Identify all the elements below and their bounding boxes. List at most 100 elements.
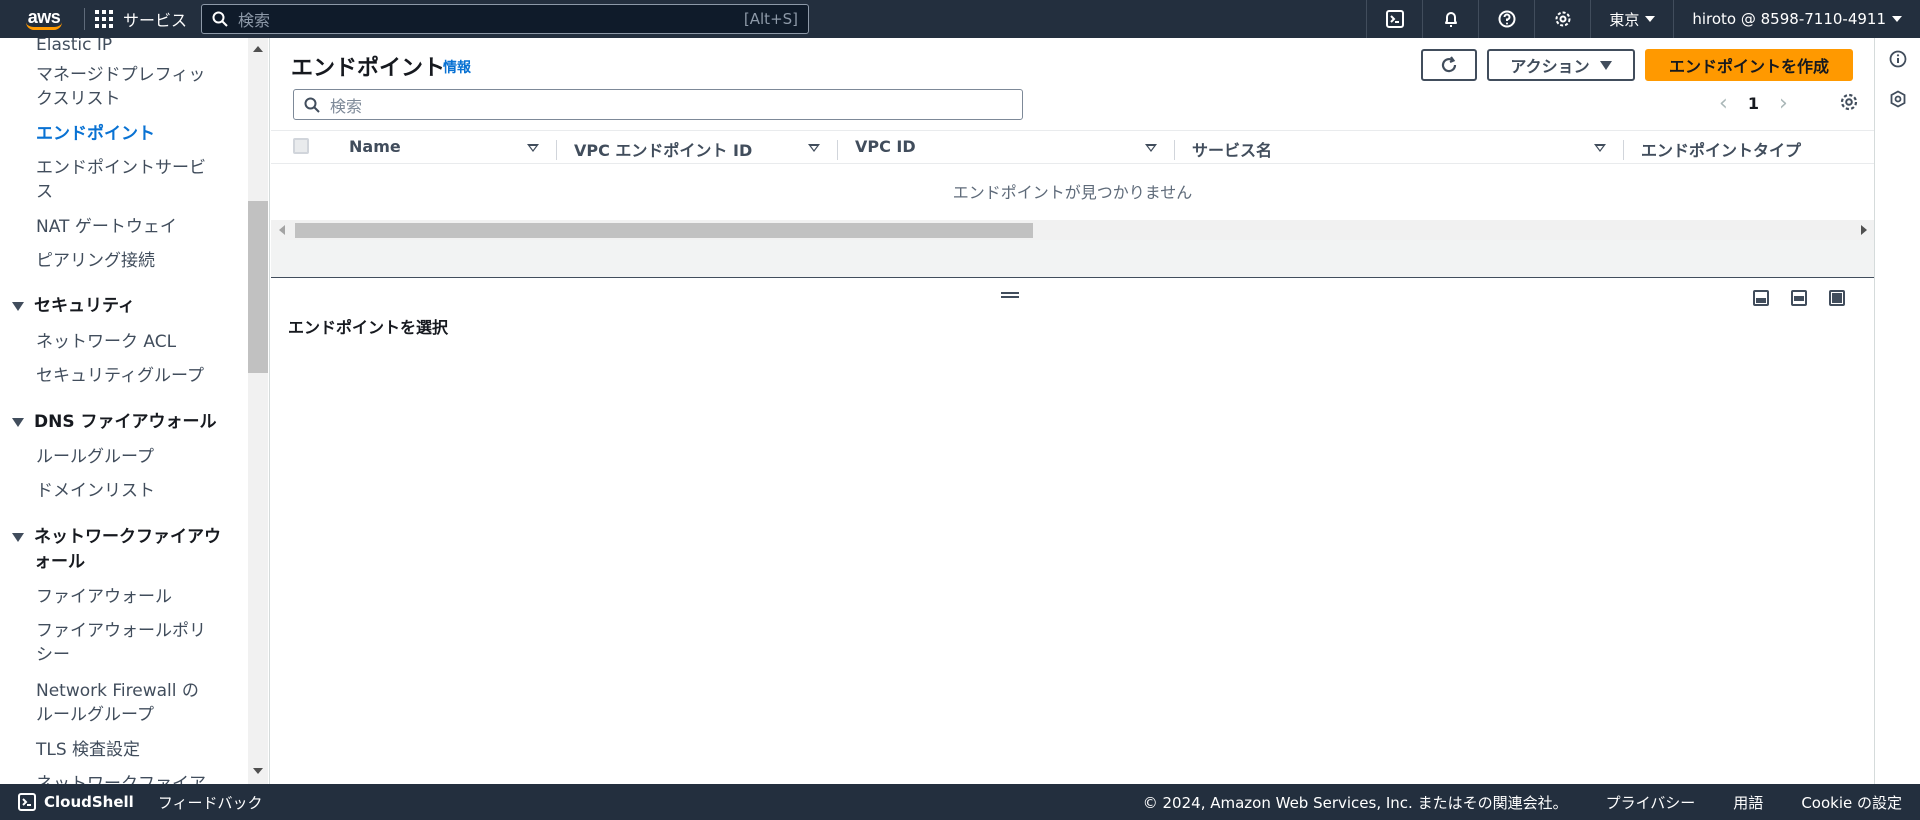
empty-state-message: エンドポイントが見つかりません (952, 183, 1193, 202)
sidebar-item-network-firewall-more[interactable]: ネットワークファイア (36, 772, 206, 784)
table-header-row (271, 130, 1874, 164)
create-endpoint-button[interactable]: エンドポイントを作成 (1645, 49, 1853, 81)
sidebar-item-endpoint-services[interactable]: エンドポイントサービス (36, 156, 206, 204)
hexagon-icon[interactable] (1889, 90, 1907, 108)
sidebar-item-tls-inspection[interactable]: TLS 検査設定 (36, 738, 206, 762)
panel-bottom-icon[interactable] (1753, 290, 1769, 306)
column-header-vpc-id[interactable]: VPC ID (855, 137, 916, 156)
split-panel-position-controls (1753, 290, 1845, 306)
cloudshell-button[interactable] (1366, 0, 1422, 38)
global-search-input[interactable]: 検索 [Alt+S] (201, 4, 810, 34)
services-menu-button[interactable]: サービス (95, 7, 187, 31)
info-icon[interactable] (1889, 50, 1907, 68)
sidebar-section-network-firewall[interactable]: ネットワークファイアウォール (12, 525, 222, 575)
sidebar-item-managed-prefix-list[interactable]: マネージドプレフィックスリスト (36, 63, 206, 111)
filter-search-input[interactable]: 検索 (293, 89, 1023, 120)
sidebar-item-nat-gateway[interactable]: NAT ゲートウェイ (36, 215, 206, 239)
sidebar-item-elastic-ip[interactable]: Elastic IP (36, 38, 206, 57)
actions-dropdown-button[interactable]: アクション (1487, 49, 1635, 81)
split-panel-drag-handle[interactable] (1001, 292, 1019, 298)
select-all-checkbox[interactable] (293, 138, 309, 154)
sidebar-item-peering[interactable]: ピアリング接続 (36, 249, 206, 273)
side-navigation: Elastic IP マネージドプレフィックスリスト エンドポイント エンドポイ… (0, 38, 270, 784)
sidebar-section-dns-firewall[interactable]: DNS ファイアウォール (12, 410, 222, 435)
refresh-button[interactable] (1421, 49, 1477, 81)
sidebar-scrollbar-thumb[interactable] (248, 201, 268, 373)
chevron-right-icon[interactable]: › (1779, 91, 1788, 116)
caret-down-icon (12, 302, 24, 311)
bell-icon (1444, 12, 1457, 27)
nav-divider (84, 8, 85, 30)
sidebar-item-nfw-rule-groups[interactable]: Network Firewall のルールグループ (36, 679, 206, 727)
detail-panel-title: エンドポイントを選択 (288, 318, 449, 337)
chevron-left-icon[interactable]: ‹ (1719, 91, 1728, 116)
page-title: エンドポイント (291, 56, 446, 81)
sidebar-item-firewalls[interactable]: ファイアウォール (36, 585, 206, 609)
sidebar-item-security-groups[interactable]: セキュリティグループ (36, 364, 206, 388)
scroll-right-arrow-icon[interactable] (1861, 225, 1867, 235)
settings-button[interactable] (1534, 0, 1590, 38)
sort-icon[interactable] (1594, 144, 1606, 152)
column-header-name[interactable]: Name (349, 137, 401, 156)
search-placeholder: 検索 (238, 11, 271, 30)
gear-icon (1840, 93, 1858, 111)
sort-icon[interactable] (808, 144, 820, 152)
sidebar-section-security[interactable]: セキュリティ (12, 294, 222, 319)
column-header-endpoint-type[interactable]: エンドポイントタイプ (1641, 137, 1801, 161)
sidebar-item-network-acl[interactable]: ネットワーク ACL (36, 330, 206, 354)
terms-link[interactable]: 用語 (1733, 792, 1763, 813)
actions-label: アクション (1510, 57, 1590, 76)
cloudshell-footer-button[interactable]: CloudShell (18, 793, 134, 811)
aws-smile-icon (26, 22, 62, 30)
sidebar-item-endpoints[interactable]: エンドポイント (36, 122, 206, 146)
caret-down-icon (1599, 60, 1612, 70)
terminal-icon (1385, 10, 1404, 28)
panel-full-icon[interactable] (1829, 290, 1845, 306)
column-resizer[interactable] (1623, 140, 1624, 160)
top-navigation: aws サービス 検索 [Alt+S] 東京 hiroto @ 8598-711… (0, 0, 1920, 38)
horizontal-scrollbar-thumb[interactable] (295, 223, 1033, 238)
page-number[interactable]: 1 (1748, 94, 1759, 113)
column-resizer[interactable] (837, 140, 838, 160)
table-preferences-button[interactable] (1839, 92, 1859, 117)
scroll-up-arrow-icon[interactable] (253, 46, 263, 52)
cloudshell-label: CloudShell (44, 793, 134, 811)
help-button[interactable] (1478, 0, 1534, 38)
panel-footer-strip (271, 240, 1874, 278)
column-header-vpc-endpoint-id[interactable]: VPC エンドポイント ID (574, 137, 752, 161)
chevron-down-icon (1892, 16, 1902, 22)
search-icon (304, 97, 320, 113)
aws-logo[interactable]: aws (14, 0, 74, 38)
scroll-left-arrow-icon[interactable] (279, 225, 285, 235)
column-header-service-name[interactable]: サービス名 (1192, 137, 1272, 161)
panel-middle-icon[interactable] (1791, 290, 1807, 306)
sort-icon[interactable] (1145, 144, 1157, 152)
pagination: ‹ 1 › (1719, 91, 1788, 116)
account-menu[interactable]: hiroto @ 8598-7110-4911 (1673, 0, 1920, 38)
chevron-down-icon (1645, 16, 1656, 22)
sidebar-scrollbar[interactable] (248, 38, 268, 784)
sidebar-item-domain-lists[interactable]: ドメインリスト (36, 479, 206, 503)
cookie-settings-link[interactable]: Cookie の設定 (1801, 792, 1902, 813)
filter-placeholder: 検索 (330, 96, 363, 116)
column-resizer[interactable] (1174, 140, 1175, 160)
info-link[interactable]: 情報 (443, 57, 471, 77)
scroll-down-arrow-icon[interactable] (253, 768, 263, 774)
refresh-icon (1441, 56, 1457, 73)
sidebar-item-rule-groups[interactable]: ルールグループ (36, 445, 206, 469)
privacy-link[interactable]: プライバシー (1606, 792, 1696, 813)
sidebar-item-firewall-policies[interactable]: ファイアウォールポリシー (36, 619, 206, 667)
sort-icon[interactable] (527, 144, 539, 152)
column-resizer[interactable] (556, 140, 557, 160)
sidebar-section-label: ネットワークファイアウォール (34, 527, 221, 572)
account-label: hiroto @ 8598-7110-4911 (1692, 10, 1886, 28)
footer: CloudShell フィードバック © 2024, Amazon Web Se… (0, 784, 1920, 820)
notifications-button[interactable] (1422, 0, 1478, 38)
region-selector[interactable]: 東京 (1590, 0, 1673, 38)
main-content: エンドポイント 情報 アクション エンドポイントを作成 検索 ‹ 1 › Nam… (271, 38, 1874, 784)
services-label: サービス (123, 11, 188, 30)
search-icon (212, 11, 228, 27)
search-shortcut: [Alt+S] (743, 10, 799, 28)
feedback-link[interactable]: フィードバック (158, 792, 263, 813)
caret-down-icon (12, 533, 24, 542)
